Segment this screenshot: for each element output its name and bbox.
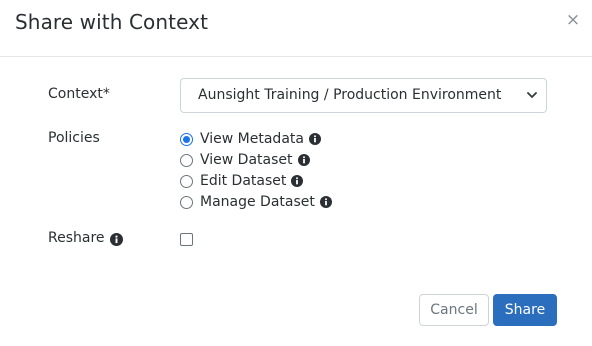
cancel-button[interactable]: Cancel: [419, 294, 489, 326]
view-dataset-label: View Dataset: [200, 152, 293, 168]
info-icon: [297, 154, 310, 166]
info-icon: [319, 196, 332, 208]
info-icon: [291, 175, 304, 187]
policy-option-view-dataset[interactable]: View Dataset: [180, 150, 310, 170]
view-metadata-label: View Metadata: [200, 131, 304, 147]
reshare-label: Reshare: [48, 230, 105, 246]
view-metadata-radio[interactable]: [180, 132, 193, 146]
context-select[interactable]: Aunsight Training / Production Environme…: [180, 78, 547, 113]
context-label: Context*: [48, 86, 110, 102]
info-icon: [110, 233, 123, 246]
chevron-down-icon: [527, 92, 537, 98]
context-select-value: Aunsight Training / Production Environme…: [198, 87, 502, 103]
edit-dataset-radio[interactable]: [180, 174, 193, 188]
manage-dataset-label: Manage Dataset: [200, 194, 315, 210]
modal-header: Share with Context ×: [0, 0, 592, 57]
policies-label: Policies: [48, 130, 100, 146]
manage-dataset-radio[interactable]: [180, 195, 193, 209]
policy-option-edit-dataset[interactable]: Edit Dataset: [180, 171, 304, 191]
edit-dataset-label: Edit Dataset: [200, 173, 287, 189]
share-with-context-modal: Share with Context × Context* Aunsight T…: [0, 0, 592, 346]
policy-option-view-metadata[interactable]: View Metadata: [180, 129, 321, 149]
policy-option-manage-dataset[interactable]: Manage Dataset: [180, 192, 332, 212]
info-icon: [308, 133, 321, 145]
modal-title: Share with Context: [15, 10, 209, 34]
close-button[interactable]: ×: [563, 10, 583, 30]
reshare-checkbox[interactable]: [180, 233, 193, 246]
share-button[interactable]: Share: [493, 294, 557, 326]
view-dataset-radio[interactable]: [180, 153, 193, 167]
